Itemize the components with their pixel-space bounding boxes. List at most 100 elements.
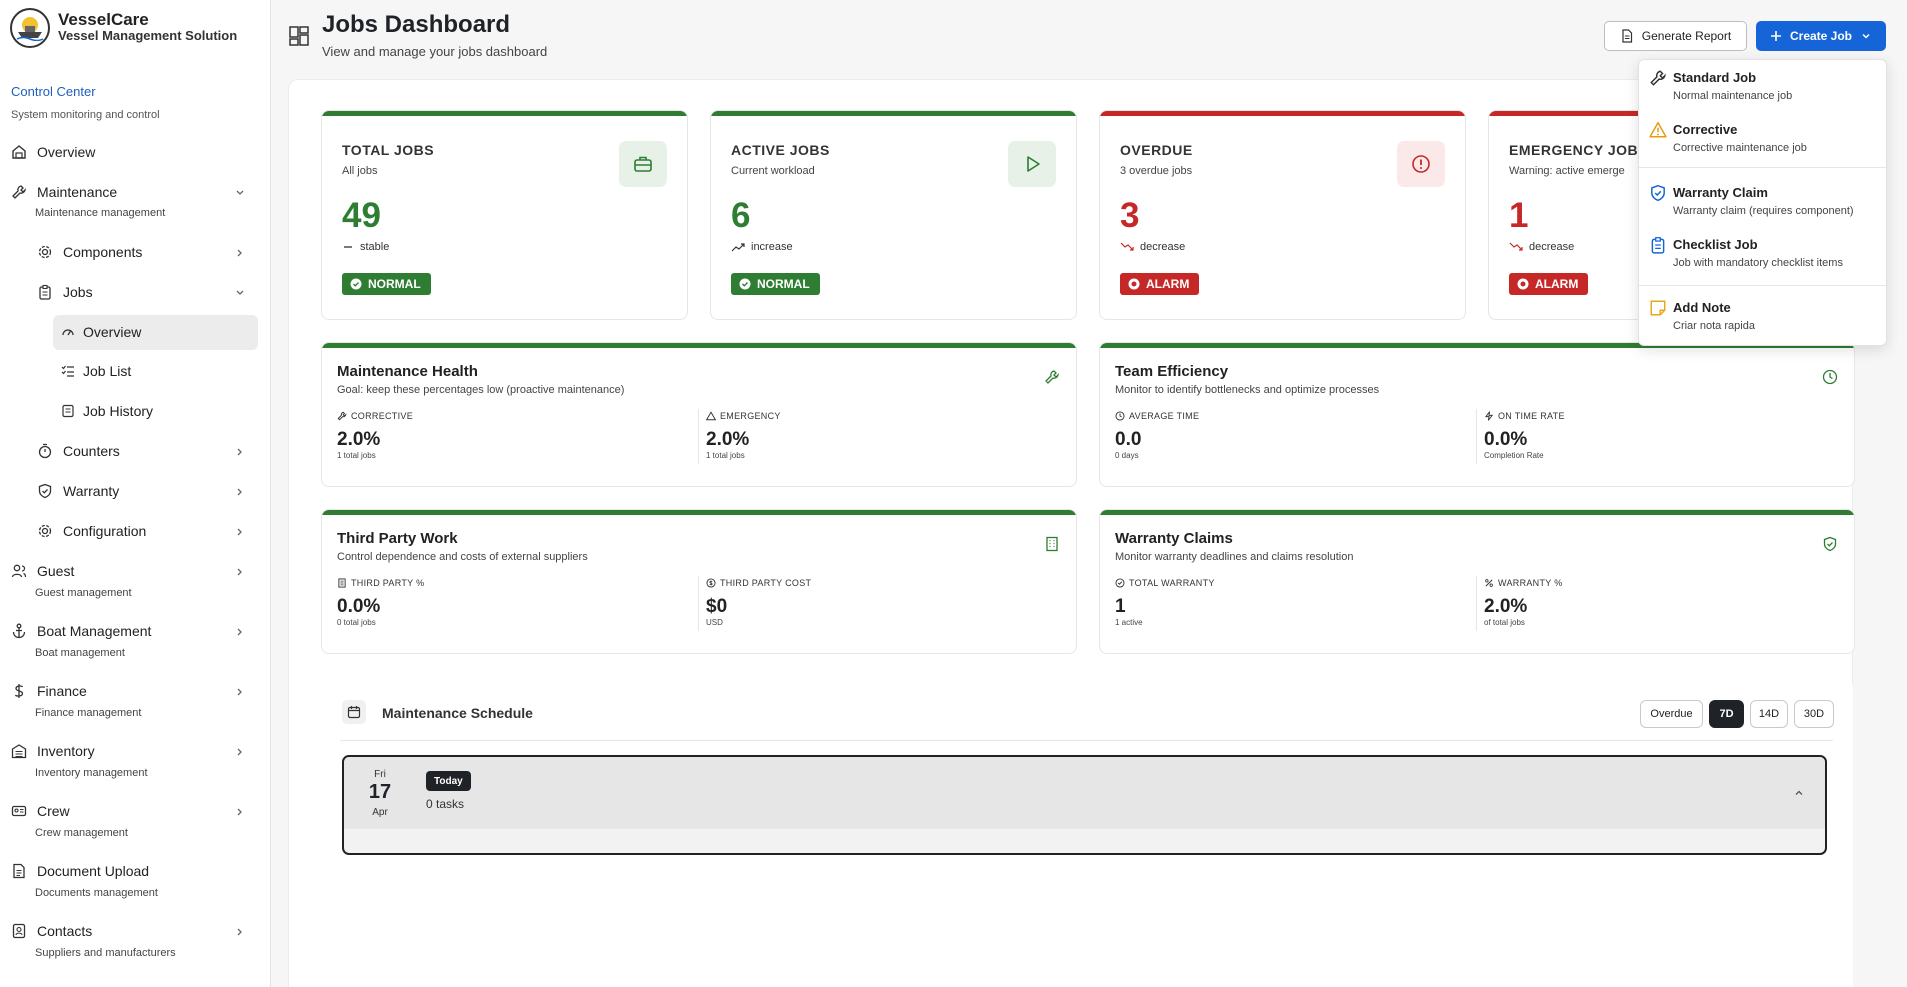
wrench-icon <box>12 185 27 199</box>
maintenance-health-card: Maintenance Health Goal: keep these perc… <box>321 342 1077 487</box>
chevron-right-icon[interactable] <box>233 745 247 759</box>
stat-trend: stable <box>342 241 389 253</box>
sidebar-item-guest[interactable]: Guest <box>11 563 74 579</box>
menu-item-sub: Normal maintenance job <box>1673 90 1793 102</box>
menu-item-title: Add Note <box>1673 300 1731 315</box>
history-icon <box>62 404 74 418</box>
menu-item-standard-job[interactable]: Standard Job Normal maintenance job <box>1639 60 1886 110</box>
chevron-right-icon[interactable] <box>233 485 247 499</box>
clipboard-icon <box>39 284 51 300</box>
sidebar-item-label: Counters <box>63 443 120 459</box>
chevron-down-icon <box>1862 33 1870 39</box>
sidebar-item-boat-management[interactable]: Boat Management <box>11 623 151 639</box>
chevron-down-icon[interactable] <box>233 186 247 200</box>
sidebar-item-jobs[interactable]: Jobs <box>37 284 93 300</box>
page-title: Jobs Dashboard <box>322 11 511 38</box>
chevron-right-icon[interactable] <box>233 445 247 459</box>
sidebar-item-overview[interactable]: Overview <box>11 144 95 160</box>
sidebar-item-label: Configuration <box>63 523 147 539</box>
day-group-today[interactable]: Fri 17 Apr Today 0 tasks <box>342 755 1827 855</box>
sidebar-item-components[interactable]: Components <box>37 244 142 260</box>
chevron-right-icon[interactable] <box>233 246 247 260</box>
trending-down-icon <box>1509 242 1523 251</box>
sidebar-item-configuration[interactable]: Configuration <box>37 523 146 539</box>
brand[interactable]: VesselCare Vessel Management Solution <box>10 8 237 48</box>
create-job-button[interactable]: Create Job <box>1756 21 1886 51</box>
sidebar-item-job-history[interactable]: Job History <box>61 403 153 419</box>
chevron-right-icon[interactable] <box>233 565 247 579</box>
chevron-right-icon[interactable] <box>233 685 247 699</box>
sidebar-item-label: Components <box>63 244 143 260</box>
stat-card-overdue[interactable]: OVERDUE 3 overdue jobs 3 decrease ALARM <box>1099 110 1466 320</box>
sidebar-item-warranty[interactable]: Warranty <box>37 483 119 499</box>
stat-title: EMERGENCY JOBS <box>1509 142 1648 158</box>
card-accent-bar <box>322 510 1076 515</box>
stat-trend: decrease <box>1509 241 1574 253</box>
menu-item-corrective[interactable]: Corrective Corrective maintenance job <box>1639 112 1886 162</box>
chevron-up-icon[interactable] <box>1793 787 1805 799</box>
sidebar-item-jobs-overview[interactable]: Overview <box>61 324 141 340</box>
stat-card-active-jobs[interactable]: ACTIVE JOBS Current workload 6 increase … <box>710 110 1077 320</box>
metric-sub: 1 total jobs <box>337 451 376 460</box>
stat-subtitle: 3 overdue jobs <box>1120 165 1193 177</box>
day-month: Apr <box>372 807 388 818</box>
play-icon <box>1027 156 1040 172</box>
sidebar-item-job-list[interactable]: Job List <box>61 363 131 379</box>
menu-item-checklist-job[interactable]: Checklist Job Job with mandatory checkli… <box>1639 227 1886 277</box>
warranty-claims-card: Warranty Claims Monitor warranty deadlin… <box>1099 509 1855 654</box>
metric-value: 0.0 <box>1115 429 1142 450</box>
chevron-right-icon[interactable] <box>233 805 247 819</box>
metric-label: EMERGENCY <box>720 411 781 421</box>
alert-dot-icon <box>1517 278 1529 290</box>
filter-14d[interactable]: 14D <box>1750 700 1788 728</box>
sidebar-item-finance[interactable]: Finance <box>11 683 87 699</box>
card-title: Third Party Work <box>337 530 458 547</box>
chevron-right-icon[interactable] <box>233 625 247 639</box>
sidebar: VesselCare Vessel Management Solution Co… <box>0 0 271 987</box>
stat-subtitle: All jobs <box>342 165 378 177</box>
stat-card-total-jobs[interactable]: TOTAL JOBS All jobs 49 stable NORMAL <box>321 110 688 320</box>
menu-item-sub: Criar nota rapida <box>1673 320 1755 332</box>
menu-item-sub: Warranty claim (requires component) <box>1673 205 1854 217</box>
status-badge: ALARM <box>1509 273 1589 295</box>
sidebar-item-inventory[interactable]: Inventory <box>11 743 95 759</box>
menu-item-title: Corrective <box>1673 122 1738 137</box>
gauge-icon <box>62 329 74 336</box>
anchor-icon <box>12 623 26 639</box>
sidebar-item-counters[interactable]: Counters <box>37 443 120 459</box>
menu-item-warranty-claim[interactable]: Warranty Claim Warranty claim (requires … <box>1639 175 1886 225</box>
sidebar-item-label: Contacts <box>37 923 93 939</box>
generate-report-button[interactable]: Generate Report <box>1604 21 1747 51</box>
clipboard-list-icon <box>1651 237 1665 254</box>
sidebar-item-crew[interactable]: Crew <box>11 803 70 819</box>
filter-7d[interactable]: 7D <box>1709 700 1744 728</box>
control-center-subtitle: System monitoring and control <box>11 109 160 121</box>
warning-icon <box>1649 121 1667 138</box>
building-icon <box>1046 536 1058 552</box>
sidebar-item-document-upload[interactable]: Document Upload <box>11 863 149 879</box>
wrench-icon <box>1650 70 1666 86</box>
sidebar-item-contacts[interactable]: Contacts <box>11 923 92 939</box>
day-header[interactable]: Fri 17 Apr Today 0 tasks <box>344 757 1825 829</box>
maintenance-schedule: Maintenance Schedule Overdue 7D 14D 30D … <box>320 680 1853 987</box>
filter-overdue[interactable]: Overdue <box>1640 700 1703 728</box>
chevron-right-icon[interactable] <box>233 925 247 939</box>
document-icon <box>13 863 25 879</box>
chevron-down-icon[interactable] <box>233 286 247 300</box>
control-center-title[interactable]: Control Center <box>11 84 96 99</box>
sidebar-item-label: Job List <box>83 363 132 379</box>
minus-icon <box>344 246 352 248</box>
sidebar-item-maintenance[interactable]: Maintenance <box>11 184 117 200</box>
menu-item-add-note[interactable]: Add Note Criar nota rapida <box>1639 290 1886 340</box>
card-accent-bar <box>711 111 1076 116</box>
chevron-right-icon[interactable] <box>233 525 247 539</box>
divider <box>698 409 699 464</box>
metric-sub: USD <box>706 618 723 627</box>
sidebar-item-sub: Inventory management <box>35 767 148 779</box>
sidebar-item-sub: Finance management <box>35 707 142 719</box>
gear-icon <box>38 245 52 259</box>
card-title: Warranty Claims <box>1115 530 1233 547</box>
filter-30d[interactable]: 30D <box>1794 700 1834 728</box>
percent-icon <box>1485 579 1493 587</box>
metric-value: $0 <box>706 596 728 617</box>
